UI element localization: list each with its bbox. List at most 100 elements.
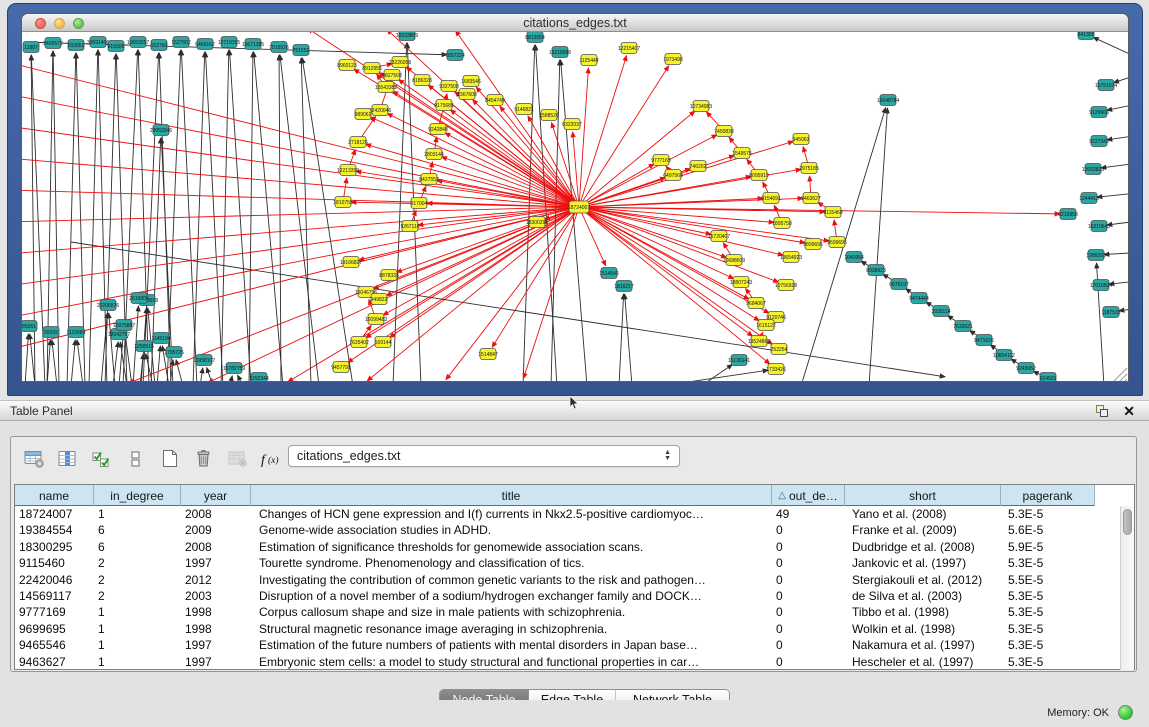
table-cell[interactable]: Structural magnetic resonance image aver… xyxy=(251,621,772,637)
graph-node[interactable] xyxy=(447,50,463,61)
graph-node[interactable] xyxy=(911,293,927,304)
table-row[interactable]: 946362711997Embryonic stem cells: a mode… xyxy=(15,654,1134,670)
graph-node[interactable] xyxy=(151,40,167,51)
table-cell[interactable]: 0 xyxy=(772,539,845,555)
table-cell[interactable]: 5.3E-5 xyxy=(1001,555,1095,571)
graph-node[interactable] xyxy=(976,335,992,346)
column-header-name[interactable]: name xyxy=(15,485,94,506)
table-cell[interactable]: 49 xyxy=(772,506,845,522)
graph-node[interactable] xyxy=(343,257,359,268)
graph-node[interactable] xyxy=(868,265,884,276)
table-selector-dropdown[interactable]: citations_edges.txt ▲▼ xyxy=(288,445,680,467)
graph-node[interactable] xyxy=(441,81,457,92)
graph-node[interactable] xyxy=(173,37,189,48)
table-cell[interactable]: Changes of HCN gene expression and I(f) … xyxy=(251,506,772,522)
graph-node[interactable] xyxy=(116,320,132,331)
graph-node[interactable] xyxy=(733,277,749,288)
graph-node[interactable] xyxy=(1098,80,1114,91)
table-cell[interactable]: 5.6E-5 xyxy=(1001,522,1095,538)
table-cell[interactable]: Hescheler et al. (1997) xyxy=(845,654,1001,670)
graph-node[interactable] xyxy=(43,327,59,338)
graph-node[interactable] xyxy=(339,60,355,71)
graph-node[interactable] xyxy=(245,39,261,50)
graph-node[interactable] xyxy=(1091,107,1107,118)
graph-node[interactable] xyxy=(527,32,543,43)
graph-node[interactable] xyxy=(136,341,152,352)
graph-node[interactable] xyxy=(197,39,213,50)
minimize-window-button[interactable] xyxy=(54,18,65,29)
graph-node[interactable] xyxy=(774,218,790,229)
table-cell[interactable]: 2009 xyxy=(181,522,251,538)
table-cell[interactable]: 5.3E-5 xyxy=(1001,588,1095,604)
table-cell[interactable]: 6 xyxy=(94,539,181,555)
table-cell[interactable]: 2 xyxy=(94,555,181,571)
graph-node[interactable] xyxy=(516,104,532,115)
table-cell[interactable]: Genome-wide association studies in ADHD. xyxy=(251,522,772,538)
change-table-mode-button[interactable] xyxy=(19,445,49,475)
column-header-title[interactable]: title xyxy=(251,485,772,506)
graph-node[interactable] xyxy=(226,363,242,374)
graph-node[interactable] xyxy=(411,198,427,209)
graph-node[interactable] xyxy=(693,101,709,112)
float-panel-button[interactable] xyxy=(1096,405,1109,418)
table-cell[interactable]: Franke et al. (2009) xyxy=(845,522,1001,538)
graph-node[interactable] xyxy=(350,137,366,148)
table-cell[interactable]: 1 xyxy=(94,621,181,637)
graph-node[interactable] xyxy=(392,57,408,68)
table-cell[interactable]: 5.9E-5 xyxy=(1001,539,1095,555)
unselect-all-button[interactable] xyxy=(121,445,151,475)
graph-node[interactable] xyxy=(153,333,169,344)
graph-node[interactable] xyxy=(153,125,169,136)
scrollbar-thumb[interactable] xyxy=(1123,509,1132,535)
table-row[interactable]: 946554611997Estimation of the future num… xyxy=(15,637,1134,653)
graph-node[interactable] xyxy=(778,280,794,291)
graph-node[interactable] xyxy=(23,42,39,53)
zoom-window-button[interactable] xyxy=(73,18,84,29)
table-cell[interactable]: 9465546 xyxy=(15,637,94,653)
table-cell[interactable]: 2 xyxy=(94,572,181,588)
close-panel-button[interactable]: ✕ xyxy=(1123,402,1135,421)
table-row[interactable]: 1456911722003Disruption of a novel membe… xyxy=(15,588,1134,604)
delete-attribute-button[interactable] xyxy=(189,445,219,475)
graph-node[interactable] xyxy=(1103,307,1119,318)
graph-node[interactable] xyxy=(552,47,568,58)
table-cell[interactable]: Corpus callosum shape and size in male p… xyxy=(251,604,772,620)
table-cell[interactable]: 5.5E-5 xyxy=(1001,572,1095,588)
table-row[interactable]: 977716911998Corpus callosum shape and si… xyxy=(15,604,1134,620)
graph-node[interactable] xyxy=(665,170,681,181)
graph-node[interactable] xyxy=(68,40,84,51)
table-row[interactable]: 1872400712008Changes of HCN gene express… xyxy=(15,506,1134,522)
graph-node[interactable] xyxy=(381,270,397,281)
citation-graph[interactable]: 1188724055722030513069140691550610653257… xyxy=(22,32,1128,382)
table-row[interactable]: 1938455462009Genome-wide association stu… xyxy=(15,522,1134,538)
table-cell[interactable]: 18724007 xyxy=(15,506,94,522)
graph-node[interactable] xyxy=(996,350,1012,361)
table-cell[interactable]: 9115460 xyxy=(15,555,94,571)
table-cell[interactable]: 5.3E-5 xyxy=(1001,637,1095,653)
table-cell[interactable]: Nakamura et al. (1997) xyxy=(845,637,1001,653)
graph-node[interactable] xyxy=(421,174,437,185)
canvas-resize-grip[interactable] xyxy=(1124,379,1127,382)
graph-node[interactable] xyxy=(480,349,496,360)
graph-node[interactable] xyxy=(1078,32,1094,40)
graph-node[interactable] xyxy=(384,70,400,81)
table-cell[interactable]: 5.3E-5 xyxy=(1001,604,1095,620)
table-cell[interactable]: Wolkin et al. (1998) xyxy=(845,621,1001,637)
table-cell[interactable]: 1997 xyxy=(181,654,251,670)
delete-table-button[interactable] xyxy=(223,445,253,475)
graph-node[interactable] xyxy=(711,231,727,242)
graph-node[interactable] xyxy=(108,41,124,52)
table-cell[interactable]: 1998 xyxy=(181,604,251,620)
select-all-button[interactable] xyxy=(87,445,117,475)
table-cell[interactable]: Dudbridge et al. (2008) xyxy=(845,539,1001,555)
table-cell[interactable]: 1997 xyxy=(181,637,251,653)
table-cell[interactable]: 1 xyxy=(94,506,181,522)
table-cell[interactable]: 14569117 xyxy=(15,588,94,604)
table-cell[interactable]: 0 xyxy=(772,654,845,670)
graph-node[interactable] xyxy=(891,279,907,290)
graph-node[interactable] xyxy=(402,221,418,232)
function-builder-button[interactable]: f(x) xyxy=(257,445,287,475)
graph-node[interactable] xyxy=(621,43,637,54)
graph-node[interactable] xyxy=(801,163,817,174)
graph-node[interactable] xyxy=(731,355,747,366)
